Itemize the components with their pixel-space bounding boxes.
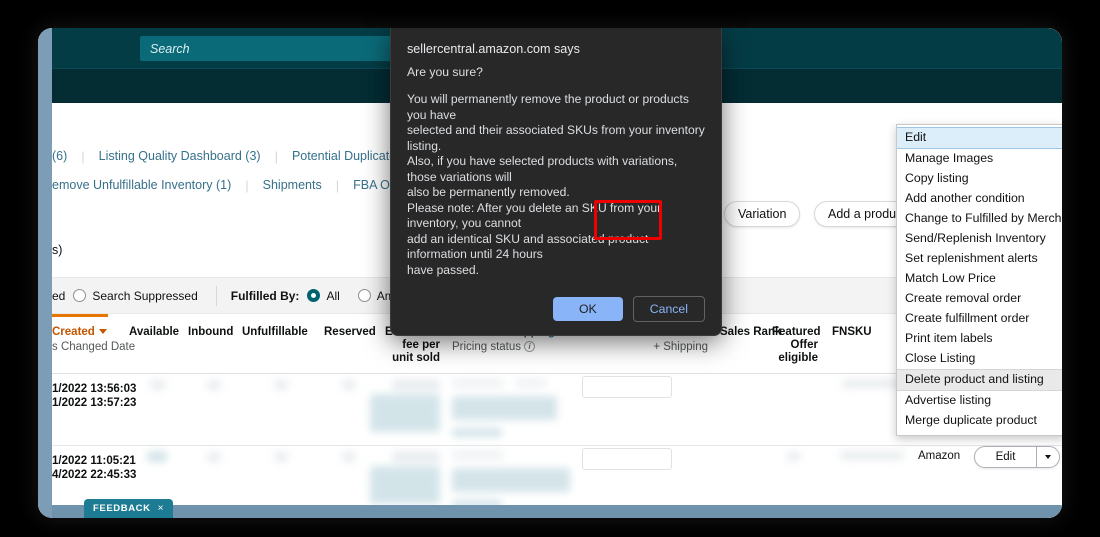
redacted-pricing-status [452, 468, 570, 492]
radio-fulfilled-amazon[interactable] [357, 289, 371, 302]
row-action-dropdown-menu[interactable]: Edit Manage Images Copy listing Add anot… [896, 124, 1062, 436]
dialog-question-text: Are you sure? [407, 65, 483, 79]
row-changed-date: 4/2022 22:45:33 [52, 469, 137, 481]
menu-item-manage-images[interactable]: Manage Images [897, 149, 1062, 169]
redacted-value [342, 380, 356, 390]
caret-down-icon [98, 329, 107, 335]
row-action-dropdown-toggle[interactable] [1037, 447, 1059, 467]
menu-item-advertise-listing[interactable]: Advertise listing [897, 391, 1062, 411]
column-label-created: Created [52, 326, 95, 338]
row-action-edit-button[interactable]: Edit [974, 446, 1060, 468]
menu-item-edit[interactable]: Edit [897, 127, 1062, 149]
redacted-fee-block [370, 394, 440, 432]
filter-divider [215, 285, 217, 306]
nav-link-count[interactable]: (6) [52, 149, 81, 163]
nav-link-remove-unfulfillable-inventory[interactable]: emove Unfulfillable Inventory (1) [52, 178, 245, 192]
dialog-body-line-5: Please note: After you delete an SKU fro… [407, 200, 662, 231]
menu-item-delete-product-and-listing[interactable]: Delete product and listing [897, 369, 1062, 391]
redacted-value [207, 380, 221, 390]
filter-label-search-suppressed: Search Suppressed [92, 288, 198, 303]
dialog-ok-button[interactable]: OK [552, 297, 623, 321]
redacted-value [150, 380, 166, 390]
filter-label-all: All [326, 288, 340, 303]
menu-item-create-removal-order[interactable]: Create removal order [897, 289, 1062, 309]
page-bottom-strip [52, 505, 1062, 518]
sorted-column-indicator [52, 314, 108, 317]
menu-item-add-another-condition[interactable]: Add another condition [897, 189, 1062, 209]
redacted-value [274, 452, 288, 462]
dialog-body-line-6: add an identical SKU and associated prod… [407, 231, 649, 262]
filter-search-suppressed[interactable]: ed Search Suppressed [52, 289, 198, 303]
dialog-button-row: OK Cancel [407, 296, 705, 322]
nav-link-shipments[interactable]: Shipments [249, 178, 336, 192]
menu-item-copy-listing[interactable]: Copy listing [897, 169, 1062, 189]
info-icon[interactable]: i [524, 341, 536, 353]
redacted-value [207, 452, 221, 462]
redacted-value [274, 380, 288, 390]
suppressed-partial-label: ed [52, 288, 66, 303]
column-header-available[interactable]: Available [129, 326, 179, 339]
column-sublabel-changed-date: s Changed Date [52, 341, 136, 353]
menu-item-print-item-labels[interactable]: Print item labels [897, 329, 1062, 349]
business-price-input[interactable] [582, 448, 672, 470]
window-left-rail [38, 28, 52, 518]
column-sublabel-plus-shipping: + Shipping [653, 341, 708, 353]
column-header-inbound[interactable]: Inbound [188, 326, 233, 339]
radio-fulfilled-all[interactable] [307, 289, 321, 302]
variation-button[interactable]: Variation [724, 201, 801, 227]
dialog-cancel-button[interactable]: Cancel [632, 296, 705, 322]
row-created-dates: 1/2022 11:05:21 4/2022 22:45:33 [52, 454, 136, 482]
redacted-value [392, 379, 440, 391]
nav-link-listing-quality-dashboard[interactable]: Listing Quality Dashboard (3) [85, 149, 275, 163]
redacted-price [452, 450, 504, 460]
business-price-input[interactable] [582, 376, 672, 398]
menu-item-merge-duplicate-product[interactable]: Merge duplicate product [897, 411, 1062, 431]
menu-item-send-replenish-inventory[interactable]: Send/Replenish Inventory [897, 229, 1062, 249]
dialog-body-line-2: selected and their associated SKUs from … [407, 123, 705, 153]
column-header-fnsku[interactable]: FNSKU [832, 326, 872, 339]
column-header-featured-offer-eligible[interactable]: Featured Offer eligible [772, 326, 821, 365]
dialog-origin-text: sellercentral.amazon.com says [407, 42, 580, 56]
redacted-price [452, 378, 504, 388]
menu-item-set-replenishment-alerts[interactable]: Set replenishment alerts [897, 249, 1062, 269]
fulfilled-by-label: Fulfilled By: [230, 288, 300, 303]
column-header-unfulfillable[interactable]: Unfulfillable [242, 326, 308, 339]
menu-item-match-low-price[interactable]: Match Low Price [897, 269, 1062, 289]
screenshot-root: (6) | Listing Quality Dashboard (3) | Po… [0, 0, 1100, 537]
redacted-value [515, 378, 547, 388]
redacted-fee-block [370, 466, 440, 504]
chevron-down-icon [1045, 455, 1051, 459]
redacted-link [452, 428, 502, 437]
redacted-fnsku [840, 451, 904, 460]
redacted-pricing-status [452, 396, 557, 420]
row-created-dates: 1/2022 13:56:03 1/2022 13:57:23 [52, 382, 136, 410]
row-action-label: Edit [995, 451, 1016, 463]
row-fulfilled-by: Amazon [918, 450, 961, 462]
dialog-body-line-4: also be permanently removed. [407, 185, 570, 199]
column-header-reserved[interactable]: Reserved [324, 326, 376, 339]
close-icon[interactable]: × [158, 499, 164, 518]
feedback-tab[interactable]: FEEDBACK × [84, 499, 174, 518]
browser-confirm-dialog: sellercentral.amazon.com says Are you su… [390, 28, 722, 336]
row-created-date: 1/2022 13:56:03 [52, 383, 137, 395]
filter-fulfilled-all[interactable]: All [307, 289, 353, 303]
column-header-created[interactable]: Created s Changed Date [52, 326, 135, 354]
dialog-body-line-1: You will permanently remove the product … [407, 92, 689, 122]
redacted-value [392, 451, 440, 463]
redacted-fnsku [842, 379, 904, 388]
redacted-value [342, 452, 356, 462]
dialog-body-line-3: Also, if you have selected products with… [407, 154, 678, 184]
menu-item-close-listing[interactable]: Close Listing [897, 349, 1062, 369]
menu-item-change-to-fulfilled-by-merchant[interactable]: Change to Fulfilled by Merchant [897, 209, 1062, 229]
feedback-label: FEEDBACK [93, 503, 151, 514]
redacted-value [147, 451, 167, 462]
redacted-value [787, 452, 801, 461]
pricing-status-sublabel: Pricing status i [452, 341, 602, 354]
result-count-text: s) [52, 243, 63, 257]
radio-search-suppressed[interactable] [73, 289, 87, 302]
row-created-date: 1/2022 11:05:21 [52, 455, 136, 467]
dialog-body-line-7: have passed. [407, 262, 479, 277]
menu-item-create-fulfillment-order[interactable]: Create fulfillment order [897, 309, 1062, 329]
row-changed-date: 1/2022 13:57:23 [52, 397, 137, 409]
